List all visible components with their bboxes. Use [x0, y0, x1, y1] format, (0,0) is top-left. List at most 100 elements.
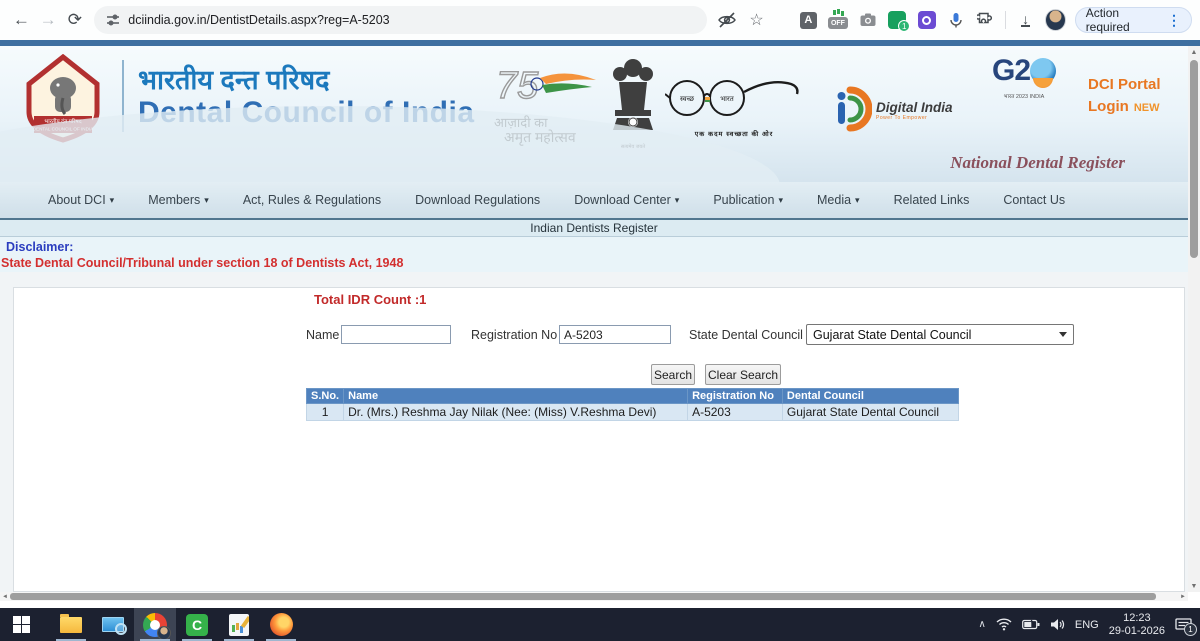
reload-icon: ⟳	[68, 10, 82, 30]
scroll-right-arrow[interactable]: ►	[1178, 592, 1188, 601]
scroll-left-arrow[interactable]: ◄	[0, 592, 10, 601]
screenshot-camera-icon[interactable]	[857, 9, 878, 31]
digital-india-tagline: Power To Empower	[876, 115, 953, 121]
state-dental-council-select[interactable]: Gujarat State Dental Council	[806, 324, 1074, 345]
col-name: Name	[344, 389, 688, 404]
start-button[interactable]	[0, 608, 42, 641]
nav-label: Act, Rules & Regulations	[243, 193, 381, 207]
voice-mic-icon[interactable]	[946, 9, 967, 31]
system-tray: ∧ ENG 12:23 29-01-2026 1	[979, 612, 1200, 638]
cell-dental-council: Gujarat State Dental Council	[782, 404, 958, 421]
swachh-caption: एक कदम स्वच्छता की ओर	[664, 129, 804, 138]
camtasia-icon: C	[186, 614, 208, 636]
nav-publication[interactable]: Publication▾	[713, 193, 783, 207]
forward-button[interactable]: →	[35, 6, 62, 34]
toolbar-divider	[1005, 11, 1006, 29]
camtasia-button[interactable]: C	[176, 608, 218, 641]
horizontal-scrollbar[interactable]: ◄ ►	[0, 592, 1188, 601]
nav-download-regulations[interactable]: Download Regulations	[415, 193, 540, 207]
col-dental-council: Dental Council	[782, 389, 958, 404]
firefox-button[interactable]	[260, 608, 302, 641]
horizontal-scroll-thumb[interactable]	[10, 593, 1156, 600]
nav-related-links[interactable]: Related Links	[894, 193, 970, 207]
toolbar-extensions: ☆ A OFF 1 ↓ Action required ⋮	[717, 7, 1192, 33]
notification-center-button[interactable]: 1	[1175, 617, 1192, 632]
table-header-row: S.No. Name Registration No Dental Counci…	[307, 389, 959, 404]
language-indicator[interactable]: ENG	[1075, 619, 1099, 631]
selected-council-value: Gujarat State Dental Council	[813, 328, 1059, 342]
editor-app-button[interactable]	[218, 608, 260, 641]
swachh-right-text: भारत	[720, 96, 735, 103]
table-row: 1 Dr. (Mrs.) Reshma Jay Nilak (Nee: (Mis…	[307, 404, 959, 421]
date-text: 29-01-2026	[1109, 625, 1165, 638]
bookmark-star-icon[interactable]: ☆	[746, 9, 767, 31]
vertical-scrollbar[interactable]: ▲ ▼	[1188, 46, 1200, 592]
g20-text: G2	[992, 54, 1030, 88]
profile-avatar[interactable]	[1045, 9, 1066, 31]
tray-expand-button[interactable]: ∧	[979, 619, 986, 630]
document-editor-icon	[229, 614, 249, 636]
nav-label: Media	[817, 193, 851, 207]
site-settings-icon[interactable]	[106, 13, 120, 27]
search-button[interactable]: Search	[651, 364, 695, 385]
nav-act-rules[interactable]: Act, Rules & Regulations	[243, 193, 381, 207]
downloads-icon[interactable]: ↓	[1015, 9, 1036, 31]
idr-bar-title: Indian Dentists Register	[530, 221, 657, 235]
extension-green-badge-icon[interactable]: 1	[887, 9, 908, 31]
extension-off-icon[interactable]: OFF	[828, 9, 849, 31]
a-glyph: A	[800, 12, 817, 29]
nav-media[interactable]: Media▾	[817, 193, 860, 207]
azadi-line1: आज़ादी का	[494, 115, 604, 130]
target-icon	[918, 11, 936, 29]
nav-download-center[interactable]: Download Center▾	[574, 193, 679, 207]
chrome-button[interactable]	[134, 608, 176, 641]
back-button[interactable]: ←	[8, 6, 35, 34]
dci-portal-link[interactable]: DCI Portal	[1088, 74, 1188, 96]
cell-name: Dr. (Mrs.) Reshma Jay Nilak (Nee: (Miss)…	[344, 404, 688, 421]
notification-badge: 1	[1184, 623, 1197, 636]
browser-menu-icon[interactable]: ⋮	[1167, 12, 1181, 29]
download-arrow-icon: ↓	[1021, 13, 1030, 27]
nav-members[interactable]: Members▾	[148, 193, 209, 207]
nav-about-dci[interactable]: About DCI▾	[48, 193, 114, 207]
forward-icon: →	[40, 10, 57, 30]
clear-search-button[interactable]: Clear Search	[705, 364, 781, 385]
remote-display-button[interactable]	[92, 608, 134, 641]
wifi-icon[interactable]	[996, 618, 1012, 631]
national-dental-register-title: National Dental Register	[935, 153, 1125, 173]
battery-icon[interactable]	[1022, 619, 1040, 630]
browser-toolbar: ← → ⟳ dciindia.gov.in/DentistDetails.asp…	[0, 0, 1200, 40]
volume-icon[interactable]	[1050, 618, 1065, 631]
green-ext-glyph: 1	[888, 11, 906, 29]
scroll-up-arrow[interactable]: ▲	[1188, 46, 1200, 58]
address-bar[interactable]: dciindia.gov.in/DentistDetails.aspx?reg=…	[94, 6, 706, 34]
login-text: Login	[1088, 98, 1129, 115]
main-navigation: About DCI▾ Members▾ Act, Rules & Regulat…	[0, 182, 1188, 218]
firefox-icon	[270, 613, 293, 636]
file-explorer-button[interactable]	[50, 608, 92, 641]
action-required-button[interactable]: Action required ⋮	[1075, 7, 1192, 33]
azadi-75: 75	[496, 65, 539, 107]
extensions-puzzle-icon[interactable]	[976, 9, 997, 31]
vertical-scroll-thumb[interactable]	[1190, 60, 1198, 258]
name-input[interactable]	[341, 325, 451, 344]
hide-eye-icon[interactable]	[717, 9, 738, 31]
col-registration-no: Registration No	[688, 389, 783, 404]
registration-no-input[interactable]	[559, 325, 671, 344]
windows-taskbar: C ∧ ENG 12:23 29-01-2026 1	[0, 608, 1200, 641]
swachh-left-text: स्वच्छ	[680, 96, 695, 103]
nav-contact-us[interactable]: Contact Us	[1003, 193, 1065, 207]
seal-hindi-text: भारतीय दंत परिषद	[44, 118, 81, 125]
azadi-mahotsav-logo: 75 आज़ादी का अमृत महोत्सव	[494, 64, 604, 145]
extension-purple-icon[interactable]	[917, 9, 938, 31]
dci-login-link[interactable]: LoginNEW	[1088, 96, 1188, 119]
off-label: OFF	[828, 17, 848, 29]
g20-globe-lotus-icon	[1030, 58, 1056, 84]
reload-button[interactable]: ⟳	[62, 6, 89, 34]
caret-down-icon: ▾	[675, 195, 680, 206]
site-header: भारतीय दंत परिषद DENTAL COUNCIL OF INDIA…	[0, 46, 1188, 182]
emblem-caption: सत्यमेव जयते	[604, 144, 662, 150]
scroll-down-arrow[interactable]: ▼	[1188, 580, 1200, 592]
clock[interactable]: 12:23 29-01-2026	[1109, 612, 1165, 638]
extension-a-icon[interactable]: A	[798, 9, 819, 31]
